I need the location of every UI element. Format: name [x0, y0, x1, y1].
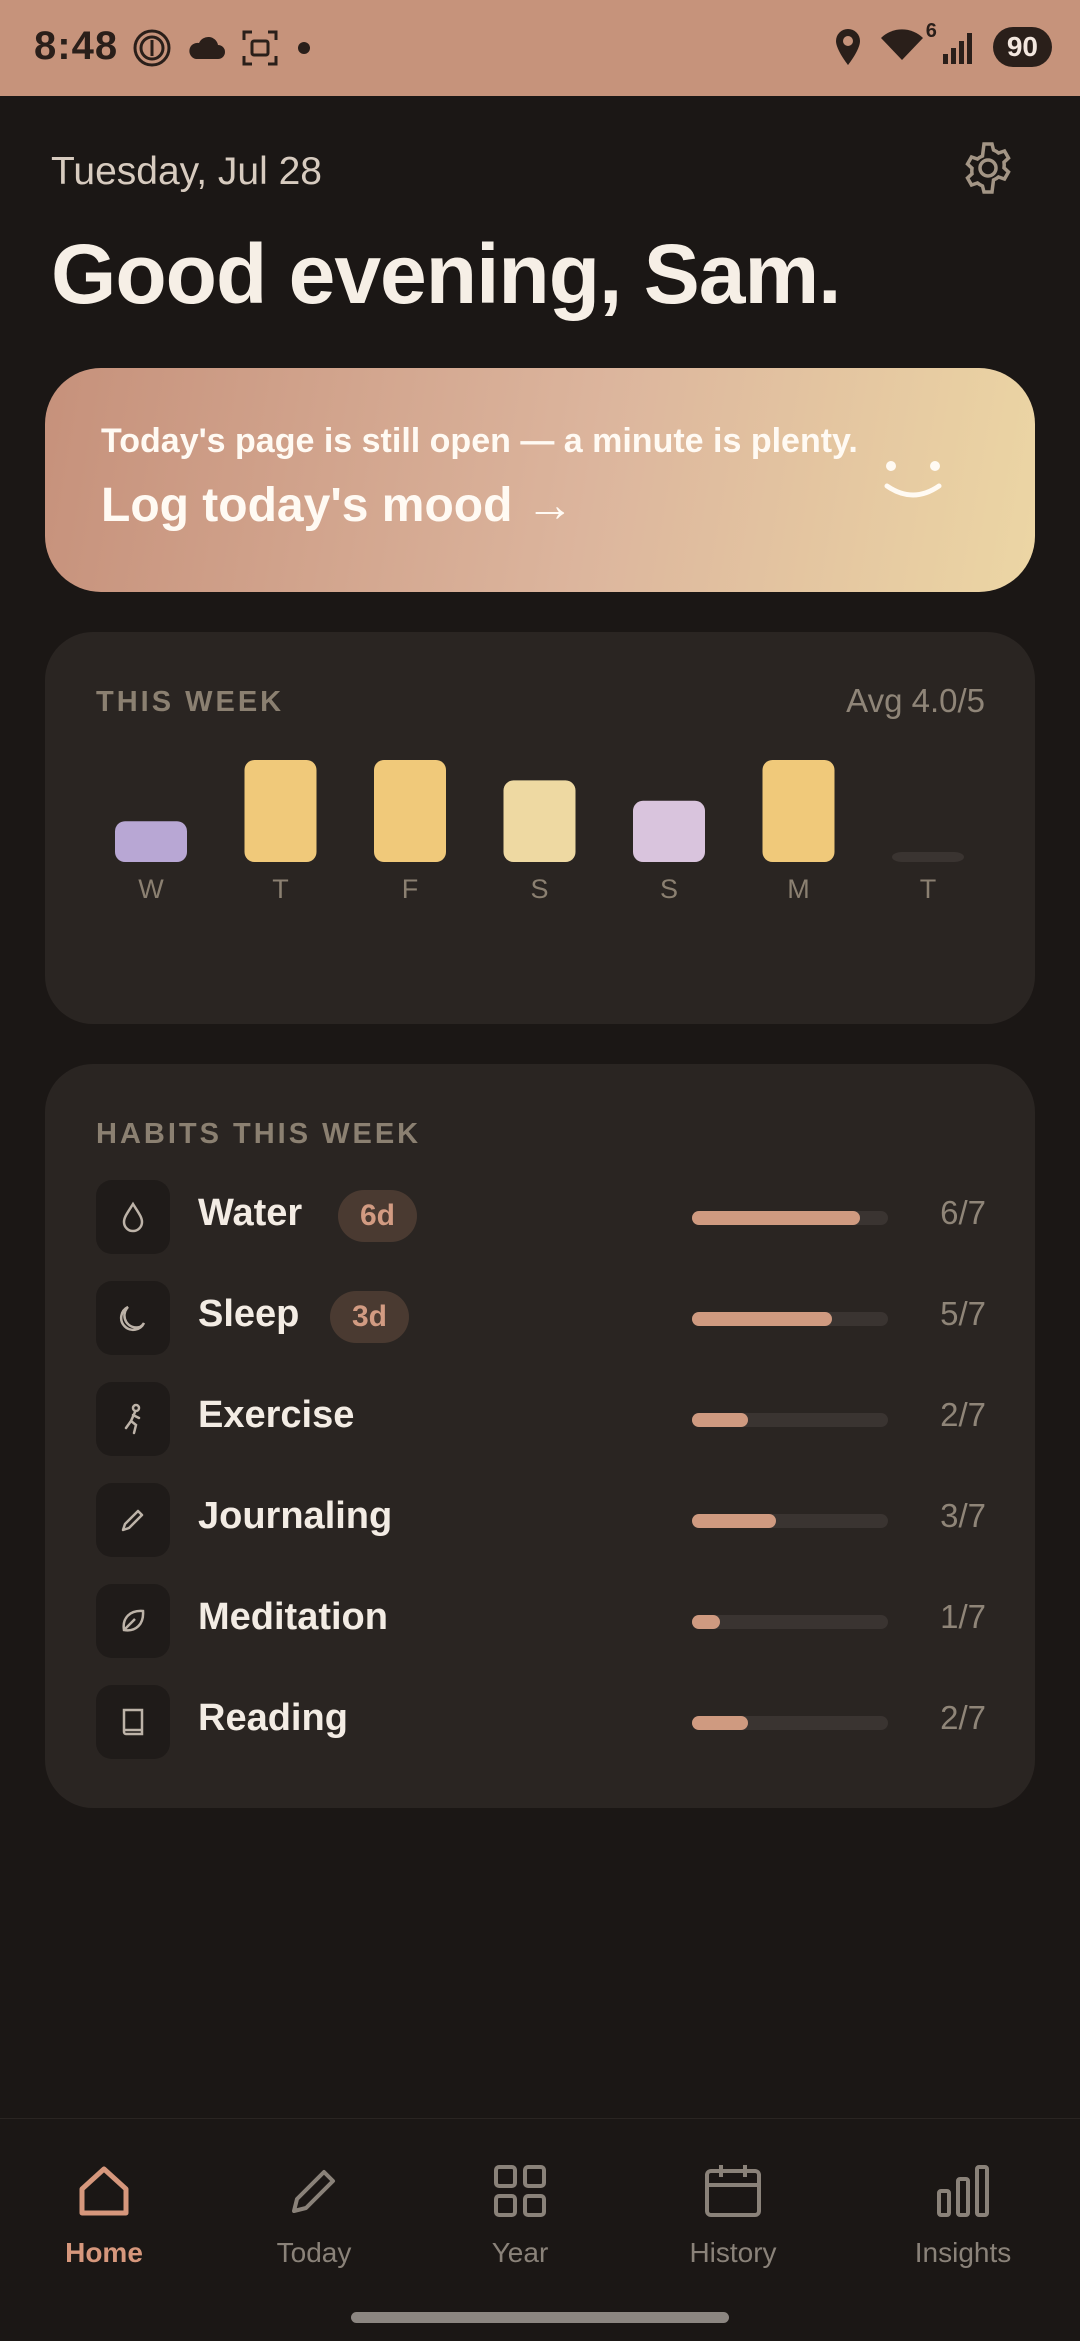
battery-indicator: 90 [992, 26, 1052, 67]
nav-tab-today[interactable]: Today [224, 2159, 404, 2269]
location-icon [835, 28, 860, 65]
habit-progress-fill [692, 1514, 777, 1528]
chart-bar-6[interactable] [892, 852, 964, 862]
habit-count: 5/7 [940, 1295, 986, 1332]
nav-label: Home [65, 2237, 143, 2268]
habit-row-reading[interactable]: Reading 2/7 [96, 1685, 986, 1759]
habit-progress-bar [692, 1615, 888, 1629]
cloud-icon [189, 36, 225, 59]
habit-progress-bar [692, 1413, 888, 1427]
nav-tab-insights[interactable]: Insights [873, 2159, 1053, 2269]
habit-progress-fill [692, 1716, 749, 1730]
nav-tab-home[interactable]: Home [14, 2159, 194, 2269]
habit-name: Water [198, 1192, 303, 1234]
habit-name: Sleep [198, 1293, 300, 1335]
chart-day-label-1: T [272, 874, 289, 904]
pencil-icon [96, 1483, 170, 1557]
banner-subtitle: Today's page is still open — a minute is… [101, 422, 858, 460]
nav-label: History [689, 2237, 777, 2268]
bar-chart-icon [873, 2159, 1053, 2223]
wifi-icon [880, 29, 923, 60]
chart-bar-3[interactable] [503, 780, 576, 862]
habit-row-exercise[interactable]: Exercise 2/7 [96, 1382, 986, 1456]
habit-progress-bar [692, 1312, 888, 1326]
greeting-title: Good evening, Sam. [51, 227, 841, 321]
home-indicator[interactable] [351, 2312, 729, 2323]
chart-bar-2[interactable] [374, 760, 446, 862]
wifi-badge: 6 [925, 20, 937, 42]
habit-name: Reading [198, 1697, 348, 1739]
log-mood-banner[interactable]: Today's page is still open — a minute is… [45, 368, 1035, 592]
nav-label: Insights [914, 2237, 1012, 2268]
settings-gear-icon[interactable] [960, 140, 1016, 196]
status-bar: 8:48 6 90 [0, 0, 1080, 96]
chart-bar-0[interactable] [115, 821, 187, 862]
book-icon [96, 1685, 170, 1759]
habit-row-journaling[interactable]: Journaling 3/7 [96, 1483, 986, 1557]
habit-name: Exercise [198, 1394, 355, 1436]
habit-progress-bar [692, 1211, 888, 1225]
date-label: Tuesday, Jul 28 [51, 150, 322, 193]
habit-progress-fill [692, 1413, 749, 1427]
nav-label: Year [491, 2237, 549, 2268]
week-mood-chart: WTFSSMT [115, 760, 964, 904]
habit-count: 2/7 [940, 1396, 986, 1433]
habit-name: Meditation [198, 1596, 388, 1638]
habit-name: Journaling [198, 1495, 393, 1537]
nav-tab-year[interactable]: Year [430, 2159, 610, 2269]
grid-icon [430, 2159, 610, 2223]
fingerprint-icon [133, 29, 171, 67]
chart-day-label-5: M [787, 874, 810, 904]
smiley-face-icon [884, 461, 942, 498]
habit-progress-bar [692, 1716, 888, 1730]
log-mood-link[interactable]: Log today's mood → [101, 478, 574, 533]
pencil-icon [224, 2159, 404, 2223]
water-drop-icon [96, 1180, 170, 1254]
habit-progress-fill [692, 1615, 721, 1629]
running-person-icon [96, 1382, 170, 1456]
habit-row-sleep[interactable]: Sleep 3d 5/7 [96, 1281, 986, 1355]
habit-progress-bar [692, 1514, 888, 1528]
screenshot-icon [242, 30, 278, 66]
chart-bar-5[interactable] [762, 760, 835, 862]
habit-count: 6/7 [940, 1194, 986, 1231]
home-icon [14, 2159, 194, 2223]
bottom-navigation: Home Today Year History Insights [0, 2118, 1080, 2341]
calendar-icon [643, 2159, 823, 2223]
habit-progress-fill [692, 1211, 860, 1225]
habits-card-title: HABITS THIS WEEK [96, 1118, 422, 1150]
moon-icon [96, 1281, 170, 1355]
streak-badge: 6d [338, 1190, 418, 1242]
chart-day-label-0: W [138, 874, 164, 904]
chart-day-label-4: S [660, 874, 678, 904]
chart-day-label-3: S [530, 874, 548, 904]
habit-count: 1/7 [940, 1598, 986, 1635]
habit-count: 3/7 [940, 1497, 986, 1534]
nav-label: Today [276, 2237, 352, 2268]
week-card-title: THIS WEEK [96, 686, 285, 718]
chart-day-label-6: T [920, 874, 937, 904]
chart-bar-4[interactable] [633, 800, 705, 862]
week-average: Avg 4.0/5 [846, 682, 985, 719]
chart-day-label-2: F [402, 874, 419, 904]
chart-bar-1[interactable] [244, 760, 317, 862]
leaf-icon [96, 1584, 170, 1658]
habit-progress-fill [692, 1312, 832, 1326]
habit-row-water[interactable]: Water 6d 6/7 [96, 1180, 986, 1254]
habits-card: HABITS THIS WEEK Water 6d 6/7 Sleep 3d 5/7 Exe… [45, 1064, 1035, 1808]
week-mood-card: THIS WEEK Avg 4.0/5 W T F S S M T [45, 632, 1035, 1024]
habit-count: 2/7 [940, 1699, 986, 1736]
nav-tab-history[interactable]: History [643, 2159, 823, 2269]
streak-badge: 3d [330, 1291, 410, 1343]
habit-row-meditation[interactable]: Meditation 1/7 [96, 1584, 986, 1658]
status-time: 8:48 [34, 24, 119, 68]
notification-dot-icon [298, 42, 310, 54]
signal-icon [942, 32, 972, 64]
